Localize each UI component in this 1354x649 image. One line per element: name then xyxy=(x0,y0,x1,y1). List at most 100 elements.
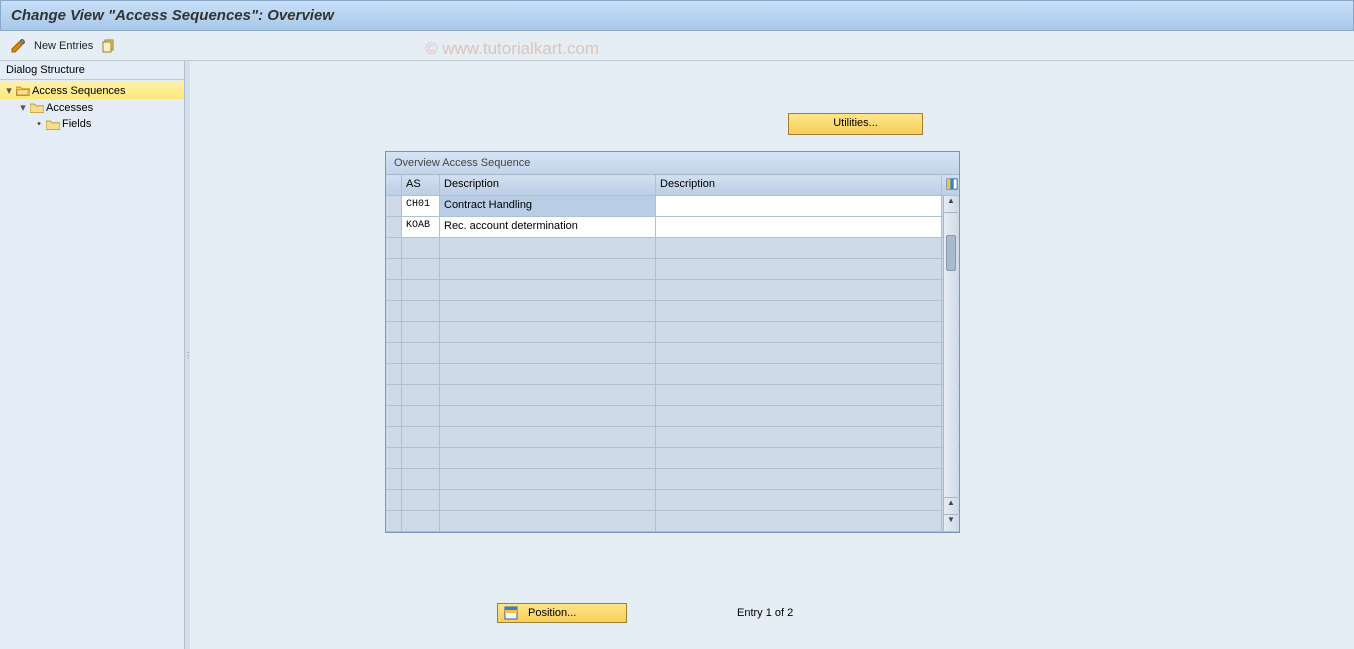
leaf-icon: • xyxy=(34,118,44,130)
cell-desc2 xyxy=(656,469,942,490)
table-row xyxy=(386,280,959,301)
cell-desc1 xyxy=(440,427,656,448)
cell-as[interactable]: CH01 xyxy=(402,196,440,217)
column-as[interactable]: AS xyxy=(402,175,440,196)
utilities-button[interactable]: Utilities... xyxy=(788,113,923,135)
tree-label: Accesses xyxy=(46,102,93,114)
tree-label: Access Sequences xyxy=(32,85,126,97)
tree-label: Fields xyxy=(62,118,91,130)
table-header-row: AS Description Description xyxy=(386,175,959,196)
cell-as xyxy=(402,427,440,448)
cell-desc1[interactable]: Rec. account determination xyxy=(440,217,656,238)
copy-icon[interactable] xyxy=(101,38,117,54)
cell-as xyxy=(402,280,440,301)
cell-desc2 xyxy=(656,427,942,448)
select-all-cell[interactable] xyxy=(386,175,402,196)
cell-desc1 xyxy=(440,238,656,259)
cell-desc1 xyxy=(440,406,656,427)
tree: ▾ Access Sequences ▾ Accesses • Fields xyxy=(0,80,184,134)
table-row[interactable]: KOABRec. account determination xyxy=(386,217,959,238)
row-selector[interactable] xyxy=(386,238,402,259)
cell-as xyxy=(402,301,440,322)
table-row xyxy=(386,511,959,532)
table-row xyxy=(386,406,959,427)
row-selector[interactable] xyxy=(386,364,402,385)
cell-desc2 xyxy=(656,490,942,511)
row-selector[interactable] xyxy=(386,385,402,406)
table-row xyxy=(386,385,959,406)
scroll-thumb[interactable] xyxy=(946,235,956,271)
scroll-up-icon[interactable]: ▲ xyxy=(944,196,958,213)
row-selector[interactable] xyxy=(386,322,402,343)
cell-desc2 xyxy=(656,322,942,343)
cell-desc1 xyxy=(440,259,656,280)
folder-icon xyxy=(30,102,44,113)
row-selector[interactable] xyxy=(386,427,402,448)
cell-desc2 xyxy=(656,511,942,532)
row-selector[interactable] xyxy=(386,301,402,322)
scroll-track[interactable] xyxy=(944,213,958,497)
collapse-icon[interactable]: ▾ xyxy=(4,84,14,97)
cell-desc2 xyxy=(656,259,942,280)
table-row xyxy=(386,259,959,280)
toolbar: New Entries xyxy=(0,31,1354,61)
cell-desc1 xyxy=(440,448,656,469)
tree-item-accesses[interactable]: ▾ Accesses xyxy=(0,99,184,116)
cell-as xyxy=(402,448,440,469)
table-row xyxy=(386,490,959,511)
table-row xyxy=(386,301,959,322)
cell-desc2 xyxy=(656,364,942,385)
cell-desc2 xyxy=(656,238,942,259)
column-desc2[interactable]: Description xyxy=(656,175,942,196)
edit-icon[interactable] xyxy=(10,38,26,54)
table-row xyxy=(386,448,959,469)
cell-desc2[interactable] xyxy=(656,196,942,217)
cell-as xyxy=(402,259,440,280)
table-row xyxy=(386,364,959,385)
vertical-scrollbar[interactable]: ▲ ▲ ▼ xyxy=(943,196,958,531)
configure-columns-icon[interactable] xyxy=(942,175,959,196)
row-selector[interactable] xyxy=(386,280,402,301)
tree-item-access-sequences[interactable]: ▾ Access Sequences xyxy=(0,82,184,99)
overview-table: Overview Access Sequence AS Description … xyxy=(385,151,960,533)
table-row xyxy=(386,427,959,448)
entry-counter: Entry 1 of 2 xyxy=(737,607,793,619)
cell-desc2[interactable] xyxy=(656,217,942,238)
cell-desc2 xyxy=(656,406,942,427)
row-selector[interactable] xyxy=(386,259,402,280)
scroll-down-icon[interactable]: ▼ xyxy=(944,514,958,531)
position-button[interactable]: Position... xyxy=(497,603,627,623)
folder-icon xyxy=(46,119,60,130)
column-desc1[interactable]: Description xyxy=(440,175,656,196)
cell-as xyxy=(402,469,440,490)
cell-desc1[interactable]: Contract Handling xyxy=(440,196,656,217)
row-selector[interactable] xyxy=(386,469,402,490)
row-selector[interactable] xyxy=(386,343,402,364)
row-selector[interactable] xyxy=(386,217,402,238)
collapse-icon[interactable]: ▾ xyxy=(18,101,28,114)
cell-desc1 xyxy=(440,280,656,301)
position-icon xyxy=(504,606,518,620)
cell-desc1 xyxy=(440,343,656,364)
cell-desc1 xyxy=(440,364,656,385)
table-row xyxy=(386,238,959,259)
cell-as xyxy=(402,385,440,406)
cell-as xyxy=(402,511,440,532)
new-entries-button[interactable]: New Entries xyxy=(34,40,93,52)
row-selector[interactable] xyxy=(386,448,402,469)
cell-desc2 xyxy=(656,343,942,364)
tree-item-fields[interactable]: • Fields xyxy=(0,116,184,132)
row-selector[interactable] xyxy=(386,511,402,532)
cell-desc1 xyxy=(440,469,656,490)
row-selector[interactable] xyxy=(386,196,402,217)
scroll-down-icon[interactable]: ▲ xyxy=(944,497,958,514)
table-row xyxy=(386,322,959,343)
cell-as xyxy=(402,364,440,385)
table-row xyxy=(386,343,959,364)
cell-as[interactable]: KOAB xyxy=(402,217,440,238)
row-selector[interactable] xyxy=(386,490,402,511)
cell-desc1 xyxy=(440,322,656,343)
table-row[interactable]: CH01Contract Handling xyxy=(386,196,959,217)
row-selector[interactable] xyxy=(386,406,402,427)
cell-desc1 xyxy=(440,301,656,322)
